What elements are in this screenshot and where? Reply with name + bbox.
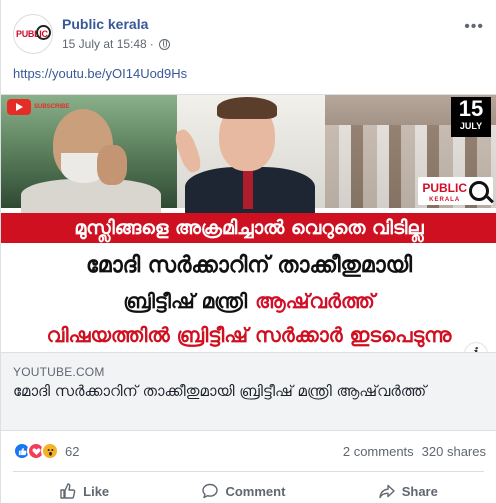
link-preview[interactable]: SUBSCRIBE 15 JULY PUBLIC KERALA മുസ്ലിങ്…: [1, 94, 496, 431]
headline-line-black: മോദി സർക്കാറിന് താക്കീതുമായി: [85, 253, 413, 278]
headline-mixed-red: ആഷ്‌വർത്ത്: [255, 289, 375, 313]
photo-tie: [243, 169, 253, 209]
thumbs-up-icon: [60, 483, 76, 499]
engagement-counts: 2 comments 320 shares: [343, 444, 486, 459]
photo-finger: [172, 127, 204, 175]
more-options-icon[interactable]: •••: [464, 18, 484, 36]
preview-domain: YOUTUBE.COM: [13, 365, 105, 379]
page-name-link[interactable]: Public kerala: [62, 16, 148, 32]
comment-label: Comment: [225, 483, 286, 499]
share-label: Share: [401, 483, 438, 499]
preview-title[interactable]: മോദി സർക്കാറിന് താക്കീതുമായി ബ്രിട്ടീഷ് …: [13, 381, 453, 401]
like-label: Like: [83, 483, 110, 499]
photo-person-center: [172, 95, 325, 217]
preview-thumbnail[interactable]: SUBSCRIBE 15 JULY PUBLIC KERALA മുസ്ലിങ്…: [1, 95, 496, 352]
comment-button[interactable]: Comment: [201, 478, 285, 503]
reactions-summary[interactable]: 62: [13, 442, 79, 460]
magnifier-icon: [469, 181, 489, 201]
post-link-text[interactable]: https://youtu.be/yOI14Uod9Hs: [13, 66, 187, 81]
comments-count[interactable]: 2 comments: [343, 444, 414, 459]
like-button[interactable]: Like: [59, 478, 109, 503]
wow-reaction-icon: [41, 442, 59, 460]
brand-main: PUBLIC: [422, 181, 467, 195]
date-badge: 15 JULY: [451, 97, 491, 137]
page-avatar[interactable]: PUBLIC: [13, 14, 53, 54]
photo-hair: [217, 97, 277, 119]
facebook-post: PUBLIC Public kerala 15 July at 15:48 · …: [0, 0, 496, 503]
brand-words: PUBLIC KERALA: [422, 179, 467, 203]
post-timestamp[interactable]: 15 July at 15:48: [62, 37, 147, 51]
youtube-play-icon: [7, 99, 31, 115]
photo-hand: [97, 145, 127, 185]
comment-icon: [202, 483, 219, 499]
headline-line-mixed: ബ്രിട്ടീഷ് മന്ത്രി ആഷ്‌വർത്ത്: [1, 286, 496, 316]
subscribe-text: SUBSCRIBE: [34, 104, 70, 110]
headline-line-red: വിഷയത്തിൽ ബ്രിട്ടീഷ് സർക്കാർ ഇടപെടുന്നു: [46, 323, 452, 347]
shares-count[interactable]: 320 shares: [422, 444, 486, 459]
date-month: JULY: [459, 121, 483, 131]
headline-banner-red: മുസ്ലിങ്ങളെ അക്രമിച്ചാൽ വെറുതെ വിടില്ല: [1, 213, 496, 243]
avatar-logo-ring: [36, 25, 51, 40]
preview-meta[interactable]: YOUTUBE.COM മോദി സർക്കാറിന് താക്കീതുമായി…: [1, 352, 496, 431]
share-icon: [379, 484, 395, 499]
reaction-count[interactable]: 62: [65, 444, 79, 459]
date-day: 15: [458, 96, 484, 121]
share-button[interactable]: Share: [378, 478, 438, 503]
globe-icon[interactable]: [158, 38, 170, 50]
actions-divider: [13, 471, 484, 472]
post-actions: Like Comment Share: [13, 478, 484, 503]
post-meta: 15 July at 15:48 ·: [62, 37, 170, 51]
brand-sub: KERALA: [429, 197, 461, 203]
post-header: PUBLIC Public kerala 15 July at 15:48 · …: [13, 12, 486, 56]
public-kerala-logo: PUBLIC KERALA: [418, 177, 493, 205]
subscribe-badge: SUBSCRIBE: [7, 99, 69, 115]
headline-mixed-black: ബ്രിട്ടീഷ് മന്ത്രി: [123, 289, 248, 313]
meta-dot: ·: [149, 37, 154, 51]
